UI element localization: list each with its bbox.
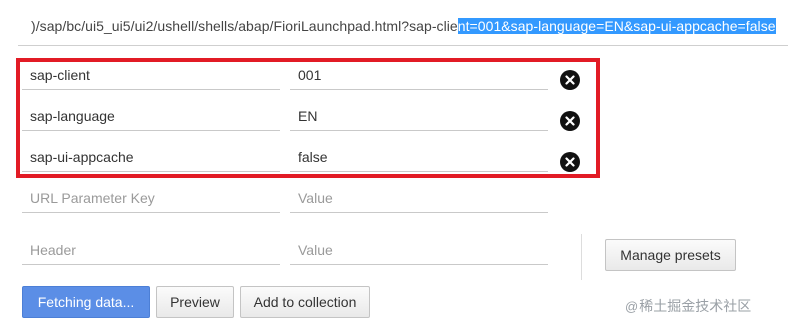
new-param-value-input[interactable]: Value [290,183,548,213]
url-selected-text: nt=001&sap-language=EN&sap-ui-appcache=f… [457,18,776,34]
watermark-text: 稀土掘金技术社区 [639,298,752,314]
param-value-field[interactable]: 001 [290,60,548,90]
url-text: )/sap/bc/ui5_ui5/ui2/ushell/shells/abap/… [31,18,776,34]
param-value-field[interactable]: EN [290,101,548,131]
url-prefix: )/sap/bc/ui5_ui5/ui2/ushell/shells/abap/… [31,18,458,34]
new-param-key-input[interactable]: URL Parameter Key [22,183,280,213]
manage-presets-button[interactable]: Manage presets [605,239,736,271]
url-input[interactable]: )/sap/bc/ui5_ui5/ui2/ushell/shells/abap/… [18,6,788,46]
header-value-input[interactable]: Value [290,235,548,265]
param-value-field[interactable]: false [290,142,548,172]
header-key-input[interactable]: Header [22,235,280,265]
param-key-field[interactable]: sap-client [22,60,280,90]
watermark-at: @ [625,298,639,314]
watermark: @ 稀土掘金技术社区 [625,296,751,316]
param-key-field[interactable]: sap-language [22,101,280,131]
add-to-collection-button[interactable]: Add to collection [240,286,370,318]
preview-button[interactable]: Preview [156,286,234,318]
param-key-field[interactable]: sap-ui-appcache [22,142,280,172]
remove-param-icon[interactable] [560,111,580,131]
divider [581,234,582,280]
remove-param-icon[interactable] [560,152,580,172]
remove-param-icon[interactable] [560,70,580,90]
send-button[interactable]: Fetching data... [22,286,150,318]
